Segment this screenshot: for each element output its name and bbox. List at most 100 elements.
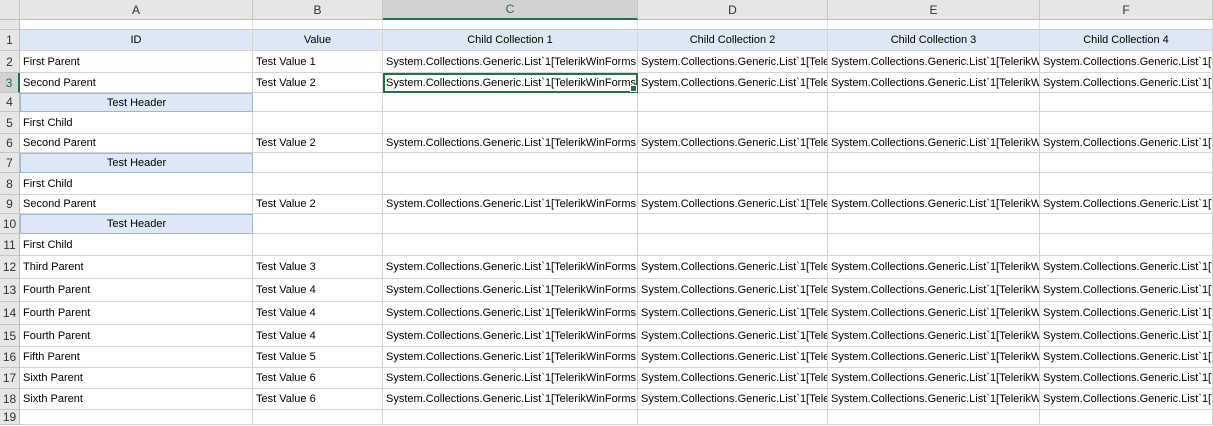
row-header-6[interactable]: 6: [0, 134, 20, 153]
value-cell[interactable]: [253, 234, 383, 256]
collection-cell-e[interactable]: System.Collections.Generic.List`1[Teleri…: [828, 134, 1040, 153]
collection-cell-f[interactable]: System.Collections.Generic.List`1[Teleri…: [1040, 279, 1213, 302]
row-header-10[interactable]: 10: [0, 214, 20, 234]
select-all-corner[interactable]: [0, 0, 20, 20]
value-cell[interactable]: Test Value 1: [253, 51, 383, 73]
row-header-5[interactable]: 5: [0, 112, 20, 134]
collection-cell-f[interactable]: System.Collections.Generic.List`1[Teleri…: [1040, 389, 1213, 410]
empty-cell[interactable]: [828, 214, 1040, 234]
collection-cell-d[interactable]: System.Collections.Generic.List`1[Teleri…: [638, 368, 828, 389]
id-cell[interactable]: First Child: [20, 234, 253, 256]
value-cell[interactable]: Test Value 3: [253, 256, 383, 279]
id-cell[interactable]: Second Parent: [20, 73, 253, 93]
collection-cell-e[interactable]: System.Collections.Generic.List`1[Teleri…: [828, 256, 1040, 279]
collection-cell-e[interactable]: [828, 112, 1040, 134]
empty-cell[interactable]: [383, 214, 638, 234]
collection-cell-d[interactable]: [638, 173, 828, 195]
collection-cell-c[interactable]: System.Collections.Generic.List`1[Teleri…: [383, 195, 638, 214]
value-cell[interactable]: Test Value 5: [253, 347, 383, 368]
row-header-18[interactable]: 18: [0, 389, 20, 410]
collection-cell-e[interactable]: [828, 173, 1040, 195]
row-header-12[interactable]: 12: [0, 256, 20, 279]
row-header-19[interactable]: 19: [0, 410, 20, 425]
empty-cell[interactable]: [253, 93, 383, 112]
row-header-15[interactable]: 15: [0, 325, 20, 347]
value-cell[interactable]: Test Value 6: [253, 389, 383, 410]
empty-cell[interactable]: [1040, 93, 1213, 112]
collection-cell-e[interactable]: System.Collections.Generic.List`1[Teleri…: [828, 325, 1040, 347]
value-cell[interactable]: Test Value 6: [253, 368, 383, 389]
collection-cell-d[interactable]: System.Collections.Generic.List`1[Teleri…: [638, 51, 828, 73]
value-cell[interactable]: [253, 173, 383, 195]
empty-cell[interactable]: [383, 153, 638, 173]
collection-cell-c[interactable]: System.Collections.Generic.List`1[Teleri…: [383, 256, 638, 279]
column-header-a[interactable]: A: [20, 0, 253, 20]
collection-cell-d[interactable]: System.Collections.Generic.List`1[Teleri…: [638, 73, 828, 93]
id-cell[interactable]: Sixth Parent: [20, 389, 253, 410]
row-header-1[interactable]: 1: [0, 30, 20, 51]
row-header-9[interactable]: 9: [0, 195, 20, 214]
collection-cell-f[interactable]: System.Collections.Generic.List`1[Teleri…: [1040, 256, 1213, 279]
collection-cell-f[interactable]: [1040, 234, 1213, 256]
row-header-2[interactable]: 2: [0, 51, 20, 73]
collection-cell-c[interactable]: [383, 234, 638, 256]
empty-cell[interactable]: [638, 153, 828, 173]
value-cell[interactable]: [253, 410, 383, 425]
collection-cell-d[interactable]: System.Collections.Generic.List`1[Teleri…: [638, 195, 828, 214]
column-header-b[interactable]: B: [253, 0, 383, 20]
column-header-e[interactable]: E: [828, 0, 1040, 20]
group-header-cell[interactable]: Test Header: [20, 93, 253, 112]
collection-cell-f[interactable]: System.Collections.Generic.List`1[Teleri…: [1040, 347, 1213, 368]
collection-cell-d[interactable]: [638, 234, 828, 256]
column-header-d[interactable]: D: [638, 0, 828, 20]
table-header-d[interactable]: Child Collection 2: [638, 30, 828, 51]
row-header-7[interactable]: 7: [0, 153, 20, 173]
table-header-c[interactable]: Child Collection 1: [383, 30, 638, 51]
collection-cell-f[interactable]: System.Collections.Generic.List`1[Teleri…: [1040, 325, 1213, 347]
id-cell[interactable]: First Child: [20, 112, 253, 134]
id-cell[interactable]: Sixth Parent: [20, 368, 253, 389]
group-header-cell[interactable]: Test Header: [20, 214, 253, 234]
id-cell[interactable]: Fourth Parent: [20, 302, 253, 325]
collection-cell-c[interactable]: [383, 410, 638, 425]
empty-cell[interactable]: [1040, 214, 1213, 234]
id-cell[interactable]: Fifth Parent: [20, 347, 253, 368]
table-header-b[interactable]: Value: [253, 30, 383, 51]
column-header-f[interactable]: F: [1040, 0, 1213, 20]
row-header-14[interactable]: 14: [0, 302, 20, 325]
collection-cell-c[interactable]: System.Collections.Generic.List`1[Teleri…: [383, 347, 638, 368]
collection-cell-c[interactable]: System.Collections.Generic.List`1[Teleri…: [383, 389, 638, 410]
column-header-c[interactable]: C: [383, 0, 638, 20]
table-header-a[interactable]: ID: [20, 30, 253, 51]
empty-cell[interactable]: [383, 93, 638, 112]
id-cell[interactable]: Third Parent: [20, 256, 253, 279]
collection-cell-c[interactable]: System.Collections.Generic.List`1[Teleri…: [383, 325, 638, 347]
row-header-8[interactable]: 8: [0, 173, 20, 195]
value-cell[interactable]: Test Value 2: [253, 195, 383, 214]
collection-cell-f[interactable]: System.Collections.Generic.List`1[Teleri…: [1040, 302, 1213, 325]
collection-cell-e[interactable]: System.Collections.Generic.List`1[Teleri…: [828, 347, 1040, 368]
collection-cell-c[interactable]: [383, 112, 638, 134]
collection-cell-f[interactable]: [1040, 112, 1213, 134]
collection-cell-c[interactable]: System.Collections.Generic.List`1[Teleri…: [383, 368, 638, 389]
row-header-3[interactable]: 3: [0, 73, 20, 93]
collection-cell-d[interactable]: [638, 410, 828, 425]
collection-cell-c[interactable]: System.Collections.Generic.List`1[Teleri…: [383, 302, 638, 325]
row-header-11[interactable]: 11: [0, 234, 20, 256]
empty-cell[interactable]: [828, 153, 1040, 173]
active-cell[interactable]: System.Collections.Generic.List`1[Teleri…: [383, 73, 638, 93]
id-cell[interactable]: Fourth Parent: [20, 325, 253, 347]
id-cell[interactable]: Second Parent: [20, 195, 253, 214]
collection-cell-f[interactable]: System.Collections.Generic.List`1[Teleri…: [1040, 368, 1213, 389]
collection-cell-e[interactable]: System.Collections.Generic.List`1[Teleri…: [828, 279, 1040, 302]
collection-cell-f[interactable]: [1040, 173, 1213, 195]
collection-cell-d[interactable]: System.Collections.Generic.List`1[Teleri…: [638, 325, 828, 347]
row-header-16[interactable]: 16: [0, 347, 20, 368]
group-header-cell[interactable]: Test Header: [20, 153, 253, 173]
value-cell[interactable]: Test Value 4: [253, 325, 383, 347]
collection-cell-d[interactable]: System.Collections.Generic.List`1[Teleri…: [638, 256, 828, 279]
collection-cell-e[interactable]: System.Collections.Generic.List`1[Teleri…: [828, 73, 1040, 93]
collection-cell-c[interactable]: System.Collections.Generic.List`1[Teleri…: [383, 279, 638, 302]
collection-cell-d[interactable]: System.Collections.Generic.List`1[Teleri…: [638, 347, 828, 368]
collection-cell-d[interactable]: [638, 112, 828, 134]
